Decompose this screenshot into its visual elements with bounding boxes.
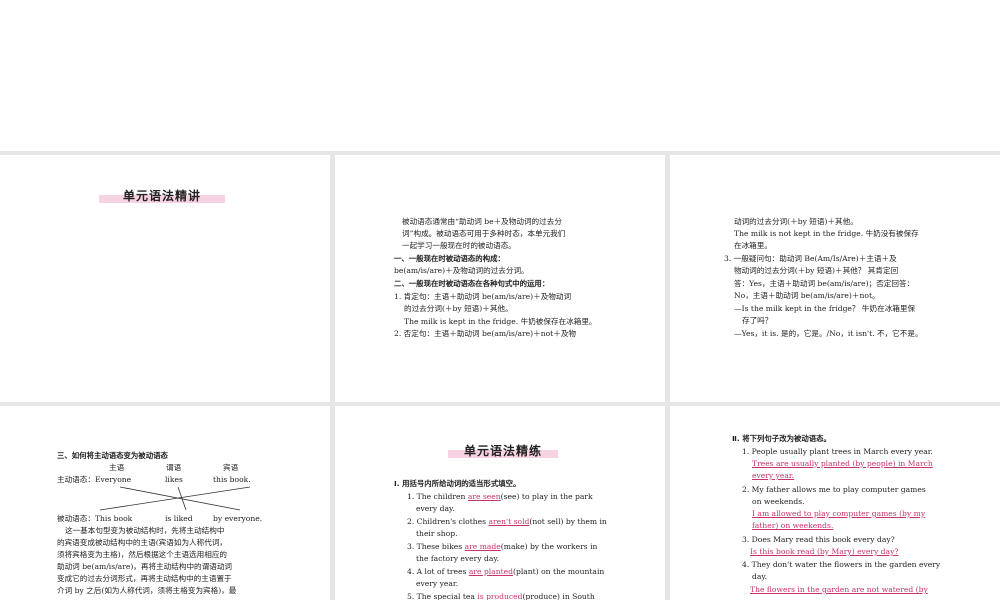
section-heading: 一、一般现在时被动语态的构成： [394,254,505,263]
passive-voice-label: 被动语态：This book [57,514,133,523]
exercise-item: 3. Does Mary read this book every day? [742,535,895,544]
slide-passive-voice-continued[interactable]: 动词的过去分词(＋by 短语)＋其他。 The milk is not kept… [670,155,1000,402]
answer-blank[interactable]: are made [465,542,501,551]
slide-active-to-passive[interactable]: 三、如何将主动语态变为被动语态 主语 谓语 宾语 主动语态：Everyone l… [0,406,330,600]
body-line: 1. 肯定句：主语＋助动词 be(am/is/are)＋及物动词 [394,292,572,301]
exercise-item: 4. They don't water the flowers in the g… [742,560,941,569]
body-line: be(am/is/are)＋及物动词的过去分词。 [394,266,529,275]
body-line: No，主语＋助动词 be(am/is/are)＋not。 [734,291,880,300]
body-line: 的过去分词(＋by 短语)＋其他。 [404,304,513,313]
slide-grammar-exercises-fill-in[interactable]: 单元语法精练 Ⅰ. 用括号内所给动词的适当形式填空。 1. The childr… [335,406,665,600]
exercise-item: 4. A lot of trees are planted(plant) on … [407,567,605,576]
body-line: 的宾语变成被动结构中的主语(宾语如为人称代词， [57,538,228,547]
blank-top-area [0,0,1000,151]
slide-passive-voice-intro[interactable]: 被动语态通常由“助动词 be＋及物动词的过去分 词”构成。被动语态可用于多种时态… [335,155,665,402]
body-line: 3. 一般疑问句：助动词 Be(Am/Is/Are)＋主语＋及 [724,254,897,263]
body-line: 答：Yes，主语＋助动词 be(am/is/are)；否定回答： [734,279,915,288]
passive-verb: is liked [165,514,193,523]
exercise-instruction: Ⅰ. 用括号内所给动词的适当形式填空。 [394,479,521,488]
body-line: 被动语态通常由“助动词 be＋及物动词的过去分 [402,217,562,226]
answer-line[interactable]: Is this book read (by Mary) every day? [750,546,898,558]
body-line: 变成它的过去分词形式，再将主动结构中的主语置于 [57,574,232,583]
slide-title: 单元语法精讲 [99,187,225,204]
section-heading: 二、一般现在时被动语态在各种句式中的运用： [394,279,550,288]
body-line: 须将宾格变为主格)，然后根据这个主语选用相应的 [57,550,228,559]
answer-blank[interactable]: aren't sold [489,517,530,526]
exercise-item: the factory every day. [416,554,500,563]
exercise-instruction: Ⅱ. 将下列句子改为被动语态。 [732,434,831,443]
example-sentence: 存了吗？ [742,316,773,325]
exercise-item: 2. My father allows me to play computer … [742,485,926,494]
example-sentence: —Yes，it is. 是的，它是。/No，it isn't. 不，它不是。 [734,329,923,338]
answer-line[interactable]: The flowers in the garden are not watere… [750,584,928,596]
exercise-item: every year. [416,579,459,588]
example-sentence: The milk is kept in the fridge. 牛奶被保存在冰箱… [404,317,597,326]
body-line: 词”构成。被动语态可用于多种时态，本单元我们 [402,229,566,238]
exercise-item: their shop. [416,529,458,538]
example-sentence: —Is the milk kept in the fridge？ 牛奶在冰箱里保 [734,304,916,313]
body-line: 这一基本句型变为被动结构时，先将主动结构中 [65,526,225,535]
body-line: 物动词的过去分词(＋by 短语)＋其他？ 其肯定回 [734,266,899,275]
exercise-item: 1. People usually plant trees in March e… [742,447,933,456]
answer-line[interactable]: father) on weekends. [752,520,833,532]
body-line: 助动词 be(am/is/are)，再将主动结构中的谓语动词 [57,562,233,571]
answer-blank[interactable]: are seen [468,492,501,501]
exercise-item: 3. These bikes are made(make) by the wor… [407,542,598,551]
exercise-item: on weekends. [752,497,805,506]
answer-line[interactable]: Trees are usually planted (by people) in… [752,458,933,470]
exercise-item: 2. Children's clothes aren't sold(not se… [407,517,607,526]
exercise-item: 1. The children are seen(see) to play in… [407,492,593,501]
answer-line[interactable]: I am allowed to play computer games (by … [752,508,925,520]
example-sentence: The milk is not kept in the fridge. 牛奶没有… [734,229,919,238]
slide-grammar-explanation-title[interactable]: 单元语法精讲 [0,155,330,402]
exercise-item: 5. The special tea is produced(produce) … [407,592,595,600]
body-line: 介词 by 之后(如为人称代词，须将主格变为宾格)，最 [57,586,237,595]
body-line: 在冰箱里。 [734,241,772,250]
passive-by-phrase: by everyone. [213,514,263,523]
answer-blank[interactable]: is produced [477,592,522,600]
exercise-item: day. [752,572,768,581]
answer-line[interactable]: every year. [752,470,794,482]
body-line: 2. 否定句：主语＋助动词 be(am/is/are)＋not＋及物 [394,329,576,338]
exercise-item: every day. [416,504,455,513]
body-line: 一起学习一般现在时的被动语态。 [402,241,516,250]
answer-blank[interactable]: are planted [469,567,513,576]
slide-grammar-exercises-rewrite[interactable]: Ⅱ. 将下列句子改为被动语态。 1. People usually plant … [670,406,1000,600]
slide-title: 单元语法精练 [448,442,558,459]
body-line: 动词的过去分词(＋by 短语)＋其他。 [734,217,858,226]
